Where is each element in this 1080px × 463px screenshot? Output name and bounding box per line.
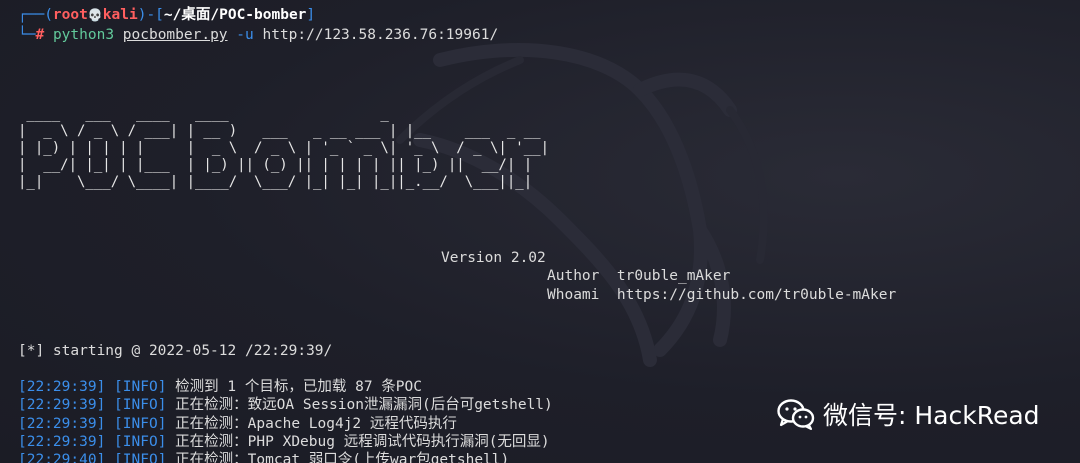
log-level: [INFO] [114, 416, 167, 432]
prompt-line: ┌──(root💀kali)-[~/桌面/POC-bomber] [18, 6, 315, 24]
log-level: [INFO] [114, 434, 167, 450]
terminal-window[interactable]: ┌──(root💀kali)-[~/桌面/POC-bomber] └─# pyt… [0, 0, 1080, 463]
log-line: [22:29:39] [INFO] 正在检测：Apache Log4j2 远程代… [18, 415, 457, 433]
whoami-line: Whoami https://github.com/tr0uble-mAker [547, 286, 896, 304]
whoami-value: https://github.com/tr0uble-mAker [616, 287, 897, 303]
author-label: Author [547, 268, 600, 284]
wechat-watermark: 微信号: HackRead [777, 396, 1040, 432]
log-level: [INFO] [114, 379, 167, 395]
log-message: 检测到 1 个目标，已加载 87 条POC [175, 379, 422, 395]
log-message: 正在检测：Tomcat 弱口令(上传war包getshell) [175, 452, 510, 463]
prompt-path: ~/桌面/POC-bomber [163, 7, 307, 23]
prompt-open: ┌──( [18, 7, 53, 23]
ascii-line: ____ ___ ____ ____ _ [18, 106, 516, 122]
log-time: [22:29:39] [18, 379, 106, 395]
command-line[interactable]: └─# python3 pocbomber.py -u http://123.5… [18, 26, 498, 44]
log-time: [22:29:39] [18, 397, 106, 413]
log-time: [22:29:39] [18, 434, 106, 450]
ascii-line: |_| \___/ \____| |____/ \___/ |_| |_| |_… [18, 174, 558, 190]
starting-line: [*] starting @ 2022-05-12 /22:29:39/ [18, 343, 333, 359]
log-line: [22:29:39] [INFO] 检测到 1 个目标，已加载 87 条POC [18, 378, 422, 396]
log-time: [22:29:40] [18, 452, 106, 463]
author-value: tr0uble_mAker [616, 268, 731, 284]
prompt-host: kali [102, 7, 138, 23]
version-text: Version 2.02 [441, 250, 546, 266]
log-level: [INFO] [114, 397, 167, 413]
command-flag: -u [236, 27, 254, 43]
log-message: 正在检测：PHP XDebug 远程调试代码执行漏洞(无回显) [175, 434, 550, 450]
whoami-label: Whoami [547, 287, 600, 303]
log-message: 正在检测：Apache Log4j2 远程代码执行 [175, 416, 457, 432]
watermark-text: 微信号: HackRead [823, 401, 1040, 430]
log-level: [INFO] [114, 452, 167, 463]
ascii-line: | |_) | | | | | | _ \ / _ \ | '_ ` _ \| … [18, 140, 550, 156]
skull-icon: 💀 [87, 8, 103, 22]
log-message: 正在检测：致远OA Session泄漏漏洞(后台可getshell) [175, 397, 553, 413]
prompt-close: ] [306, 7, 316, 23]
prompt-user: root [52, 7, 88, 23]
ascii-line: | _ \ / _ \ / ___| | __ ) ___ _ __ ___ |… [18, 123, 550, 139]
prompt-corner: └─ [18, 27, 36, 43]
prompt-hash: # [35, 27, 45, 43]
log-line: [22:29:39] [INFO] 正在检测：致远OA Session泄漏漏洞(… [18, 396, 553, 414]
command-name: python3 [52, 27, 115, 43]
log-line: [22:29:40] [INFO] 正在检测：Tomcat 弱口令(上传war包… [18, 451, 509, 463]
ascii-line: | __/| |_| | |___ | |_) || (_) || | | | … [18, 157, 558, 173]
command-url: http://123.58.236.76:19961/ [262, 27, 499, 43]
prompt-sep: )-[ [137, 7, 164, 23]
log-line: [22:29:39] [INFO] 正在检测：PHP XDebug 远程调试代码… [18, 433, 550, 451]
ascii-banner: ____ ___ ____ ____ _ | _ \ / _ \ / ___| … [18, 106, 557, 191]
author-line: Author tr0uble_mAker [547, 267, 730, 285]
wechat-icon [777, 399, 815, 430]
log-time: [22:29:39] [18, 416, 106, 432]
command-script: pocbomber.py [122, 27, 228, 43]
